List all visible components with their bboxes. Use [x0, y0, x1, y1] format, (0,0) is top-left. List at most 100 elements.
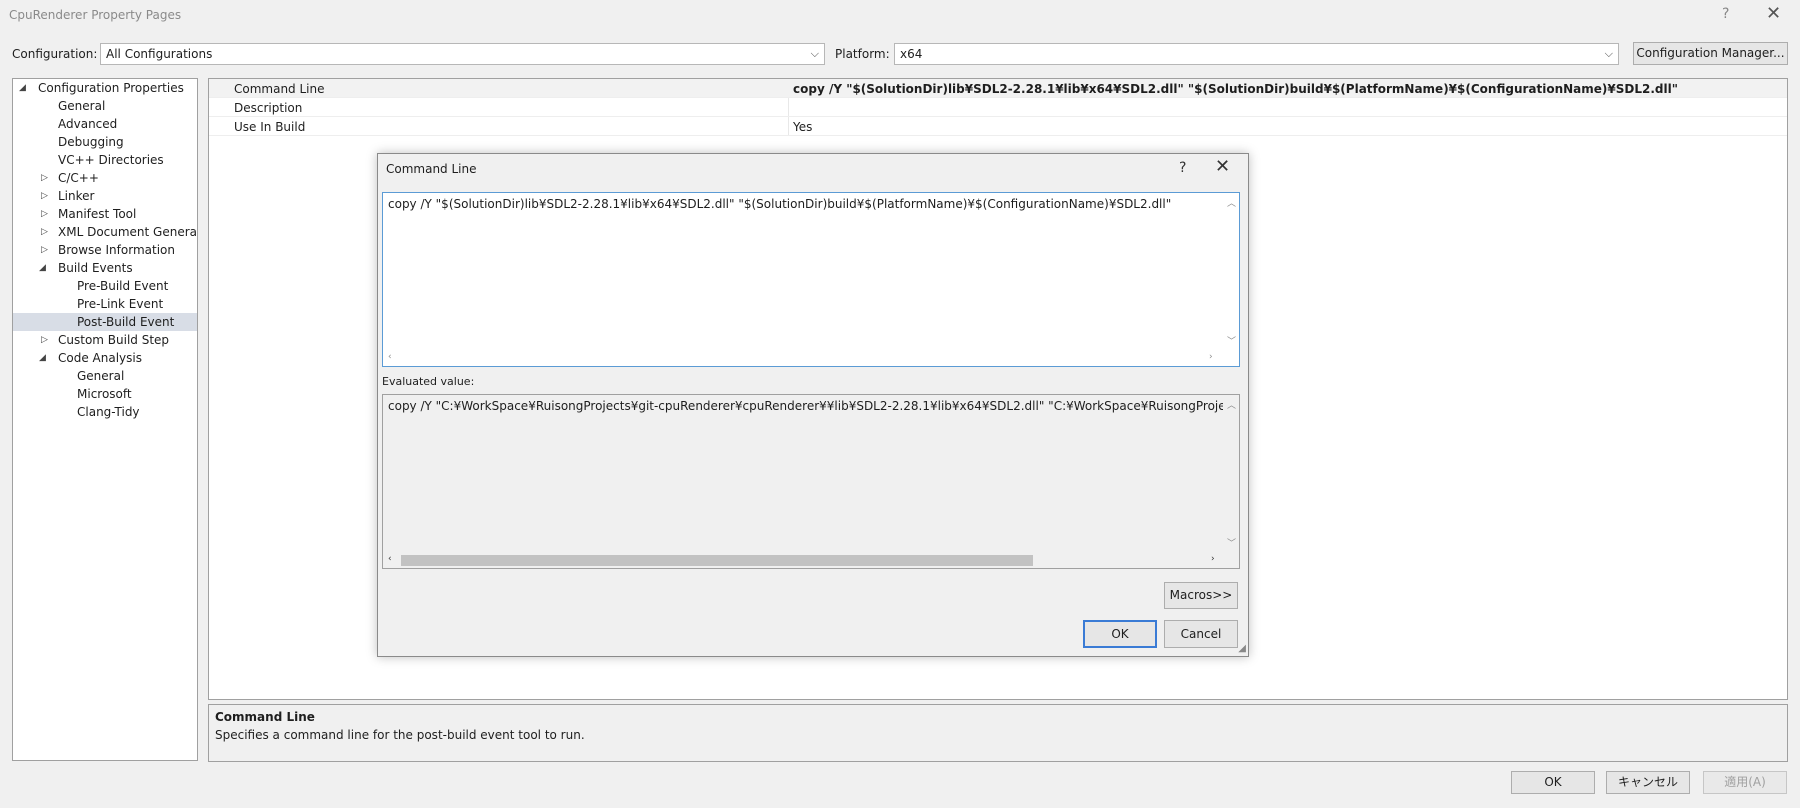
scroll-up-icon[interactable]: ︿: [1227, 398, 1236, 411]
cancel-button[interactable]: キャンセル: [1606, 771, 1690, 794]
tree-item-label: General: [77, 369, 125, 383]
grid-row-description[interactable]: Description: [209, 98, 1787, 117]
tree-item-browse-information[interactable]: ▷ Browse Information: [13, 241, 197, 259]
tree-item-clang-tidy[interactable]: Clang-Tidy: [13, 403, 197, 421]
tree-item-configuration-properties[interactable]: ◢ Configuration Properties: [13, 79, 197, 97]
tree-item-general[interactable]: General: [13, 97, 197, 115]
scroll-right-icon[interactable]: ›: [1211, 554, 1215, 564]
scroll-down-icon[interactable]: ﹀: [1227, 536, 1236, 549]
horizontal-scrollbar[interactable]: ‹ ›: [383, 350, 1223, 366]
close-icon[interactable]: ✕: [1766, 3, 1781, 24]
tree-item-label: Post-Build Event: [77, 315, 175, 329]
tree-item-code-analysis[interactable]: ◢ Code Analysis: [13, 349, 197, 367]
tree-item-label: Debugging: [58, 135, 124, 149]
tree-item-custom-build-step[interactable]: ▷ Custom Build Step: [13, 331, 197, 349]
collapsed-arrow-icon[interactable]: ▷: [41, 331, 51, 349]
scroll-left-icon[interactable]: ‹: [388, 554, 392, 564]
platform-value: x64: [900, 47, 923, 61]
tree-item-code-analysis-general[interactable]: General: [13, 367, 197, 385]
property-tree: ◢ Configuration Properties General Advan…: [12, 78, 198, 761]
property-name: Use In Build: [234, 120, 306, 134]
horizontal-scrollbar[interactable]: ‹ ›: [383, 552, 1239, 568]
expanded-arrow-icon[interactable]: ◢: [39, 259, 49, 277]
tree-item-xml-document-generator[interactable]: ▷ XML Document Generator: [13, 223, 197, 241]
expanded-arrow-icon[interactable]: ◢: [19, 79, 29, 97]
dialog-title: Command Line: [386, 162, 477, 176]
command-line-text[interactable]: copy /Y "$(SolutionDir)lib¥SDL2-2.28.1¥l…: [388, 197, 1171, 211]
close-icon[interactable]: ✕: [1215, 156, 1230, 177]
tree-item-label: Pre-Build Event: [77, 279, 169, 293]
tree-item-label: Custom Build Step: [58, 333, 170, 347]
tree-item-manifest-tool[interactable]: ▷ Manifest Tool: [13, 205, 197, 223]
tree-item-advanced[interactable]: Advanced: [13, 115, 197, 133]
tree-item-label: Clang-Tidy: [77, 405, 140, 419]
chevron-down-icon: ⌵: [810, 47, 819, 60]
dialog-ok-button[interactable]: OK: [1083, 620, 1157, 648]
property-name: Command Line: [234, 82, 325, 96]
tree-item-label: Microsoft: [77, 387, 132, 401]
window-title: CpuRenderer Property Pages: [9, 8, 182, 22]
tree-item-label: C/C++: [58, 171, 99, 185]
configuration-dropdown[interactable]: All Configurations ⌵: [100, 43, 825, 65]
collapsed-arrow-icon[interactable]: ▷: [41, 169, 51, 187]
platform-label: Platform:: [835, 47, 890, 61]
grid-row-use-in-build[interactable]: Use In Build Yes: [209, 117, 1787, 136]
collapsed-arrow-icon[interactable]: ▷: [41, 205, 51, 223]
tree-item-label: General: [58, 99, 106, 113]
tree-item-microsoft[interactable]: Microsoft: [13, 385, 197, 403]
description-title: Command Line: [215, 710, 315, 724]
resize-grip-icon[interactable]: ◢: [1238, 643, 1246, 654]
dialog-cancel-button[interactable]: Cancel: [1164, 620, 1238, 648]
scroll-up-icon[interactable]: ︿: [1227, 196, 1236, 209]
property-name: Description: [234, 101, 303, 115]
grid-row-command-line[interactable]: Command Line copy /Y "$(SolutionDir)lib¥…: [209, 79, 1787, 98]
scroll-left-icon[interactable]: ‹: [388, 352, 392, 362]
tree-item-c-cpp[interactable]: ▷ C/C++: [13, 169, 197, 187]
tree-item-build-events[interactable]: ◢ Build Events: [13, 259, 197, 277]
title-bar: CpuRenderer Property Pages ? ✕: [0, 0, 1800, 32]
help-icon[interactable]: ?: [1722, 6, 1729, 22]
platform-dropdown[interactable]: x64 ⌵: [894, 43, 1619, 65]
evaluated-value-box: copy /Y "C:¥WorkSpace¥RuisongProjects¥gi…: [382, 394, 1240, 569]
collapsed-arrow-icon[interactable]: ▷: [41, 241, 51, 259]
vertical-scrollbar[interactable]: ︿ ﹀: [1223, 193, 1239, 350]
description-panel: Command Line Specifies a command line fo…: [208, 704, 1788, 762]
tree-item-label: Browse Information: [58, 243, 175, 257]
tree-item-pre-build-event[interactable]: Pre-Build Event: [13, 277, 197, 295]
tree-item-vc-directories[interactable]: VC++ Directories: [13, 151, 197, 169]
tree-item-label: Linker: [58, 189, 95, 203]
tree-item-pre-link-event[interactable]: Pre-Link Event: [13, 295, 197, 313]
command-line-textarea[interactable]: copy /Y "$(SolutionDir)lib¥SDL2-2.28.1¥l…: [382, 192, 1240, 367]
configuration-value: All Configurations: [106, 47, 213, 61]
tree-item-label: Code Analysis: [58, 351, 142, 365]
tree-item-label: Configuration Properties: [38, 81, 184, 95]
tree-item-post-build-event[interactable]: Post-Build Event: [13, 313, 197, 331]
scroll-right-icon[interactable]: ›: [1209, 352, 1213, 362]
configuration-label: Configuration:: [12, 47, 98, 61]
expanded-arrow-icon[interactable]: ◢: [39, 349, 49, 367]
scroll-down-icon[interactable]: ﹀: [1227, 334, 1236, 347]
vertical-scrollbar[interactable]: ︿ ﹀: [1223, 395, 1239, 552]
help-icon[interactable]: ?: [1179, 160, 1186, 176]
configuration-manager-button[interactable]: Configuration Manager...: [1633, 42, 1788, 65]
tree-item-linker[interactable]: ▷ Linker: [13, 187, 197, 205]
tree-item-label: XML Document Generator: [58, 225, 198, 239]
evaluated-value-label: Evaluated value:: [382, 375, 475, 388]
tree-item-debugging[interactable]: Debugging: [13, 133, 197, 151]
tree-item-label: Pre-Link Event: [77, 297, 164, 311]
macros-button[interactable]: Macros>>: [1164, 582, 1238, 609]
tree-item-label: Advanced: [58, 117, 118, 131]
description-text: Specifies a command line for the post-bu…: [215, 728, 585, 742]
apply-button[interactable]: 適用(A): [1703, 771, 1787, 794]
tree-item-label: Manifest Tool: [58, 207, 137, 221]
collapsed-arrow-icon[interactable]: ▷: [41, 187, 51, 205]
scrollbar-thumb[interactable]: [401, 555, 1033, 566]
evaluated-value-text: copy /Y "C:¥WorkSpace¥RuisongProjects¥gi…: [388, 399, 1239, 413]
tree-item-label: Build Events: [58, 261, 133, 275]
property-value[interactable]: Yes: [793, 120, 812, 134]
ok-button[interactable]: OK: [1511, 771, 1595, 794]
property-value[interactable]: copy /Y "$(SolutionDir)lib¥SDL2-2.28.1¥l…: [793, 82, 1678, 96]
command-line-dialog: Command Line ? ✕ copy /Y "$(SolutionDir)…: [377, 153, 1249, 657]
collapsed-arrow-icon[interactable]: ▷: [41, 223, 51, 241]
chevron-down-icon: ⌵: [1604, 47, 1613, 60]
